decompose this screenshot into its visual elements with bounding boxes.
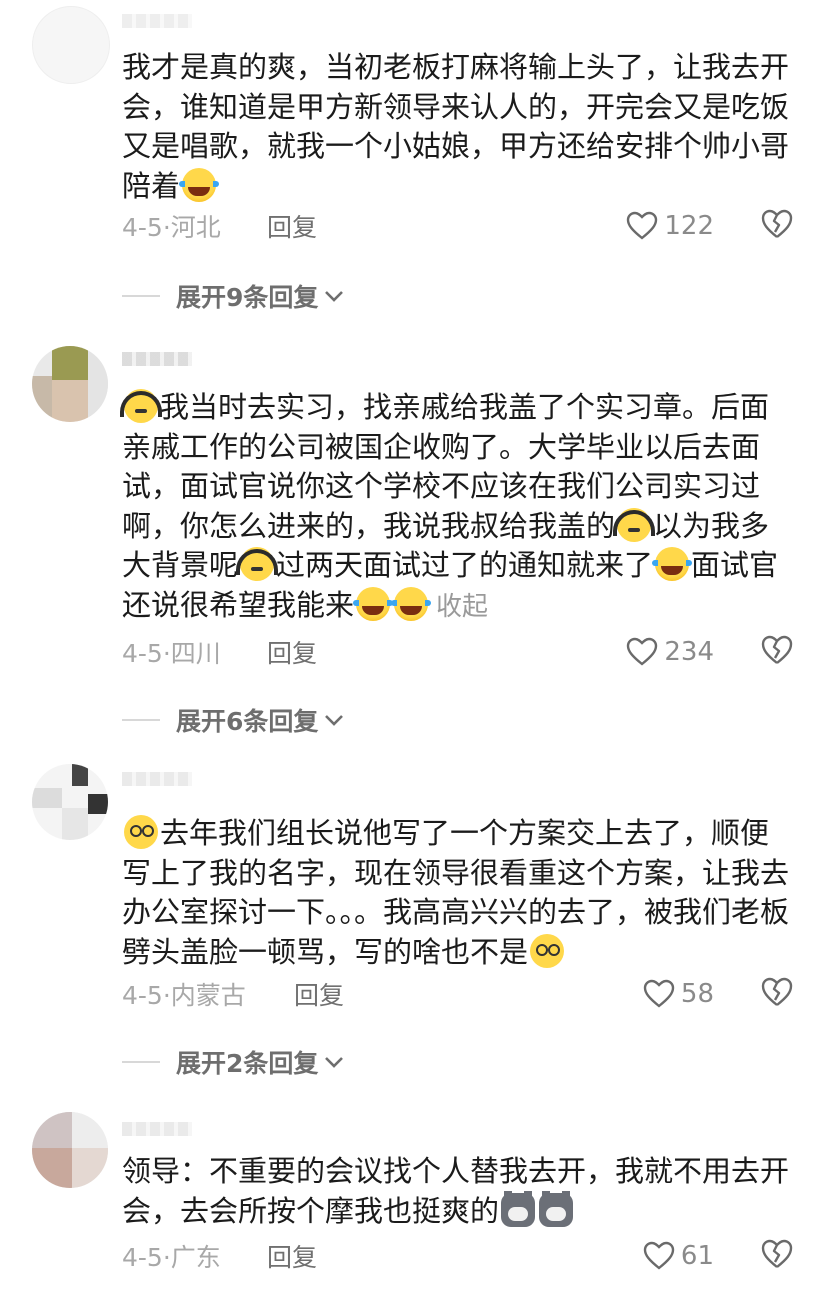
expand-replies-button[interactable]: 展开6条回复 bbox=[122, 702, 344, 738]
headphone-sad-emoji bbox=[120, 389, 162, 423]
chevron-down-icon bbox=[325, 1057, 344, 1068]
expand-replies-button[interactable]: 展开2条回复 bbox=[122, 1044, 344, 1080]
reply-button[interactable]: 回复 bbox=[267, 634, 317, 670]
reply-button[interactable]: 回复 bbox=[294, 976, 344, 1012]
comment-text: 领导：不重要的会议找个人替我去开，我就不用去开会，去会所按个摩我也挺爽的 bbox=[122, 1152, 790, 1231]
reply-button[interactable]: 回复 bbox=[267, 1238, 317, 1274]
headphone-sad-emoji bbox=[236, 547, 279, 581]
comment-date-location: 4-5·四川 bbox=[122, 639, 221, 668]
husky-emoji bbox=[539, 1190, 574, 1227]
comment-text-part: 领导：不重要的会议找个人替我去开，我就不用去开会，去会所按个摩我也挺爽的 bbox=[122, 1154, 790, 1228]
chevron-down-icon bbox=[325, 291, 344, 302]
collapse-button[interactable]: 收起 bbox=[436, 592, 488, 622]
comment-text: 去年我们组长说他写了一个方案交上去了，顺便写上了我的名字，现在领导很看重这个方案… bbox=[122, 814, 790, 972]
like-count: 122 bbox=[664, 211, 714, 241]
comment-meta: 4-5·内蒙古 回复 58 bbox=[122, 974, 802, 1014]
comment-text: 我当时去实习，找亲戚给我盖了个实习章。后面亲戚工作的公司被国企收购了。大学毕业以… bbox=[120, 388, 790, 627]
comment-date-location: 4-5·广东 bbox=[122, 1243, 221, 1272]
reply-button[interactable]: 回复 bbox=[267, 208, 317, 244]
heart-icon bbox=[627, 637, 658, 666]
like-count: 61 bbox=[680, 1241, 714, 1271]
comment-meta: 4-5·四川 回复 234 bbox=[122, 632, 802, 672]
avatar[interactable] bbox=[32, 346, 108, 422]
broken-heart-icon[interactable] bbox=[760, 208, 794, 240]
divider-line bbox=[122, 295, 160, 297]
chevron-down-icon bbox=[325, 715, 344, 726]
divider-line bbox=[122, 1061, 160, 1063]
laugh-cry-emoji bbox=[353, 586, 394, 621]
comment-text: 我才是真的爽，当初老板打麻将输上头了，让我去开会，谁知道是甲方新领导来认人的，开… bbox=[122, 48, 790, 206]
username[interactable] bbox=[122, 1122, 192, 1136]
avatar[interactable] bbox=[32, 6, 110, 84]
username[interactable] bbox=[122, 772, 192, 786]
broken-heart-icon[interactable] bbox=[760, 634, 794, 666]
comment-date-location: 4-5·内蒙古 bbox=[122, 981, 246, 1010]
flushed-emoji bbox=[124, 815, 158, 849]
like-button[interactable]: 122 bbox=[626, 206, 714, 246]
expand-replies-button[interactable]: 展开9条回复 bbox=[122, 278, 344, 314]
like-button[interactable]: 234 bbox=[626, 632, 714, 672]
broken-heart-icon[interactable] bbox=[760, 976, 794, 1008]
divider-line bbox=[122, 719, 160, 721]
heart-icon bbox=[627, 211, 658, 240]
husky-emoji bbox=[501, 1190, 536, 1227]
comment-text-part: 去年我们组长说他写了一个方案交上去了，顺便写上了我的名字，现在领导很看重这个方案… bbox=[122, 816, 790, 969]
like-count: 58 bbox=[680, 979, 714, 1009]
avatar[interactable] bbox=[32, 1112, 108, 1188]
heart-icon bbox=[643, 1241, 675, 1270]
flushed-emoji bbox=[530, 933, 565, 968]
comment-text-part: 我才是真的爽，当初老板打麻将输上头了，让我去开会，谁知道是甲方新领导来认人的，开… bbox=[122, 50, 790, 203]
like-button[interactable]: 61 bbox=[643, 1236, 714, 1276]
like-button[interactable]: 58 bbox=[643, 974, 714, 1014]
broken-heart-icon[interactable] bbox=[760, 1238, 794, 1270]
comment-text-part: 过两天面试过了的通知就来了 bbox=[276, 548, 654, 582]
laugh-cry-emoji bbox=[179, 167, 220, 202]
headphone-sad-emoji bbox=[613, 507, 656, 542]
avatar[interactable] bbox=[32, 764, 108, 840]
comment-date-location: 4-5·河北 bbox=[122, 213, 221, 242]
like-count: 234 bbox=[664, 637, 714, 667]
comment-meta: 4-5·河北 回复 122 bbox=[122, 206, 802, 246]
laugh-cry-emoji bbox=[391, 586, 432, 621]
laugh-cry-emoji bbox=[652, 547, 693, 581]
comment-meta: 4-5·广东 回复 61 bbox=[122, 1236, 802, 1276]
heart-icon bbox=[643, 979, 675, 1008]
username[interactable] bbox=[122, 14, 192, 28]
username[interactable] bbox=[122, 352, 192, 366]
